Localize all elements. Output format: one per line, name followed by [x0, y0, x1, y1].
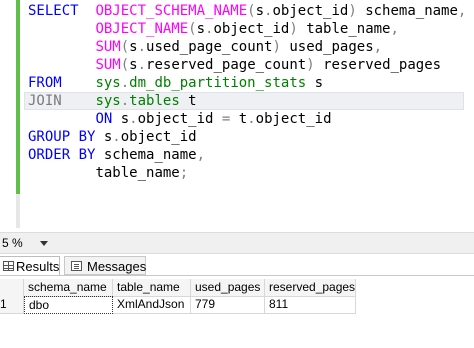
code-token: SELECT	[28, 3, 96, 19]
query-editor[interactable]: SELECT OBJECT_SCHEMA_NAME(s.object_id) s…	[0, 0, 474, 230]
change-tracking-bar	[16, 0, 20, 228]
code-token: object_id	[272, 3, 349, 19]
tab-divider	[0, 275, 474, 276]
code-token: .	[247, 111, 256, 127]
code-line[interactable]: SUM(s.reserved_page_count) reserved_page…	[28, 56, 466, 74]
code-token: =	[213, 111, 239, 127]
code-token: SUM	[95, 39, 121, 55]
row-number[interactable]: 1	[0, 296, 24, 314]
code-token: .	[129, 111, 138, 127]
code-token: )	[306, 57, 315, 73]
chevron-down-icon[interactable]	[40, 241, 48, 246]
code-token: .	[137, 39, 147, 55]
results-tabs: Results Messages	[0, 256, 474, 276]
code-token: tables	[129, 93, 180, 109]
code-token: SUM	[95, 57, 121, 73]
column-header[interactable]: reserved_pages	[265, 279, 356, 297]
code-token: FROM	[28, 75, 96, 91]
code-token: ,	[390, 21, 399, 37]
code-token: object_id	[255, 111, 332, 127]
code-line[interactable]: GROUP BY s.object_id	[28, 128, 466, 146]
code-token: object_id	[137, 111, 214, 127]
code-token: OBJECT_NAME	[95, 21, 189, 37]
code-token: OBJECT_SCHEMA_NAME	[95, 3, 248, 19]
code-token: JOIN	[28, 93, 96, 109]
code-token: reserved_page_count	[146, 57, 307, 73]
code-token: GROUP BY	[28, 129, 104, 145]
sql-code[interactable]: SELECT OBJECT_SCHEMA_NAME(s.object_id) s…	[23, 2, 466, 182]
results-grid[interactable]: schema_name table_name used_pages reserv…	[0, 279, 474, 348]
code-token: sys	[95, 93, 121, 109]
column-header[interactable]: table_name	[113, 279, 191, 297]
code-line[interactable]: SELECT OBJECT_SCHEMA_NAME(s.object_id) s…	[28, 2, 466, 20]
code-token: object_id	[213, 21, 290, 37]
code-token: )	[348, 3, 357, 19]
code-token: table_name	[297, 21, 391, 37]
column-header[interactable]: used_pages	[191, 279, 265, 297]
code-token: )	[289, 21, 298, 37]
code-token: s	[129, 57, 138, 73]
code-token: .	[120, 93, 130, 109]
code-token: ORDER BY	[28, 147, 104, 163]
code-token: s	[196, 21, 206, 37]
code-token: s	[255, 3, 265, 19]
code-token: table_name	[95, 165, 180, 181]
tab-messages-label: Messages	[87, 259, 147, 274]
code-token: (	[120, 39, 130, 55]
code-line[interactable]: table_name;	[28, 164, 466, 182]
code-line[interactable]: ORDER BY schema_name,	[28, 146, 466, 164]
zoom-value: 5 %	[2, 236, 23, 250]
zoom-dropdown[interactable]: 5 %	[0, 235, 52, 252]
code-token: ON	[95, 111, 121, 127]
code-token: schema_name	[356, 3, 458, 19]
code-token: used_page_count	[146, 39, 273, 55]
table-cell[interactable]: dbo	[24, 296, 113, 314]
code-token: .	[137, 57, 147, 73]
code-token: (	[120, 57, 130, 73]
tab-results[interactable]: Results	[0, 256, 60, 275]
code-token: s	[306, 75, 324, 91]
code-line[interactable]: OBJECT_NAME(s.object_id) table_name,	[28, 20, 466, 38]
grid-icon	[3, 261, 14, 271]
code-token: ,	[196, 147, 206, 163]
code-token: object_id	[120, 129, 197, 145]
tab-results-label: Results	[16, 259, 60, 274]
code-token: )	[272, 39, 281, 55]
code-token: s	[120, 111, 130, 127]
code-token: sys	[95, 75, 121, 91]
editor-status-bar: 5 %	[0, 232, 474, 254]
table-cell[interactable]: XmlAndJson	[113, 296, 191, 314]
code-token: (	[247, 3, 256, 19]
code-token: s	[129, 39, 138, 55]
table-cell[interactable]: 811	[265, 296, 356, 314]
table-cell[interactable]: 779	[191, 296, 265, 314]
tab-messages[interactable]: Messages	[64, 256, 146, 275]
code-token: ,	[373, 39, 383, 55]
code-token: .	[112, 129, 121, 145]
code-line[interactable]: SUM(s.used_page_count) used_pages,	[28, 38, 466, 56]
column-header[interactable]: schema_name	[24, 279, 113, 297]
code-token: reserved_pages	[314, 57, 442, 73]
code-token: ,	[457, 3, 467, 19]
code-token: ;	[179, 165, 189, 181]
code-token: t	[238, 111, 248, 127]
code-line[interactable]: FROM sys.dm_db_partition_stats s	[28, 74, 466, 92]
saved-changes-marker	[16, 0, 20, 194]
code-token: t	[179, 93, 197, 109]
code-token: (	[188, 21, 197, 37]
grid-corner[interactable]	[0, 279, 24, 297]
code-token: schema_name	[103, 147, 197, 163]
code-line[interactable]: ON s.object_id = t.object_id	[28, 110, 466, 128]
code-line[interactable]: JOIN sys.tables t	[23, 92, 466, 110]
code-token: used_pages	[280, 39, 374, 55]
code-token: dm_db_partition_stats	[129, 75, 307, 91]
messages-icon	[71, 261, 82, 271]
code-token: .	[120, 75, 130, 91]
